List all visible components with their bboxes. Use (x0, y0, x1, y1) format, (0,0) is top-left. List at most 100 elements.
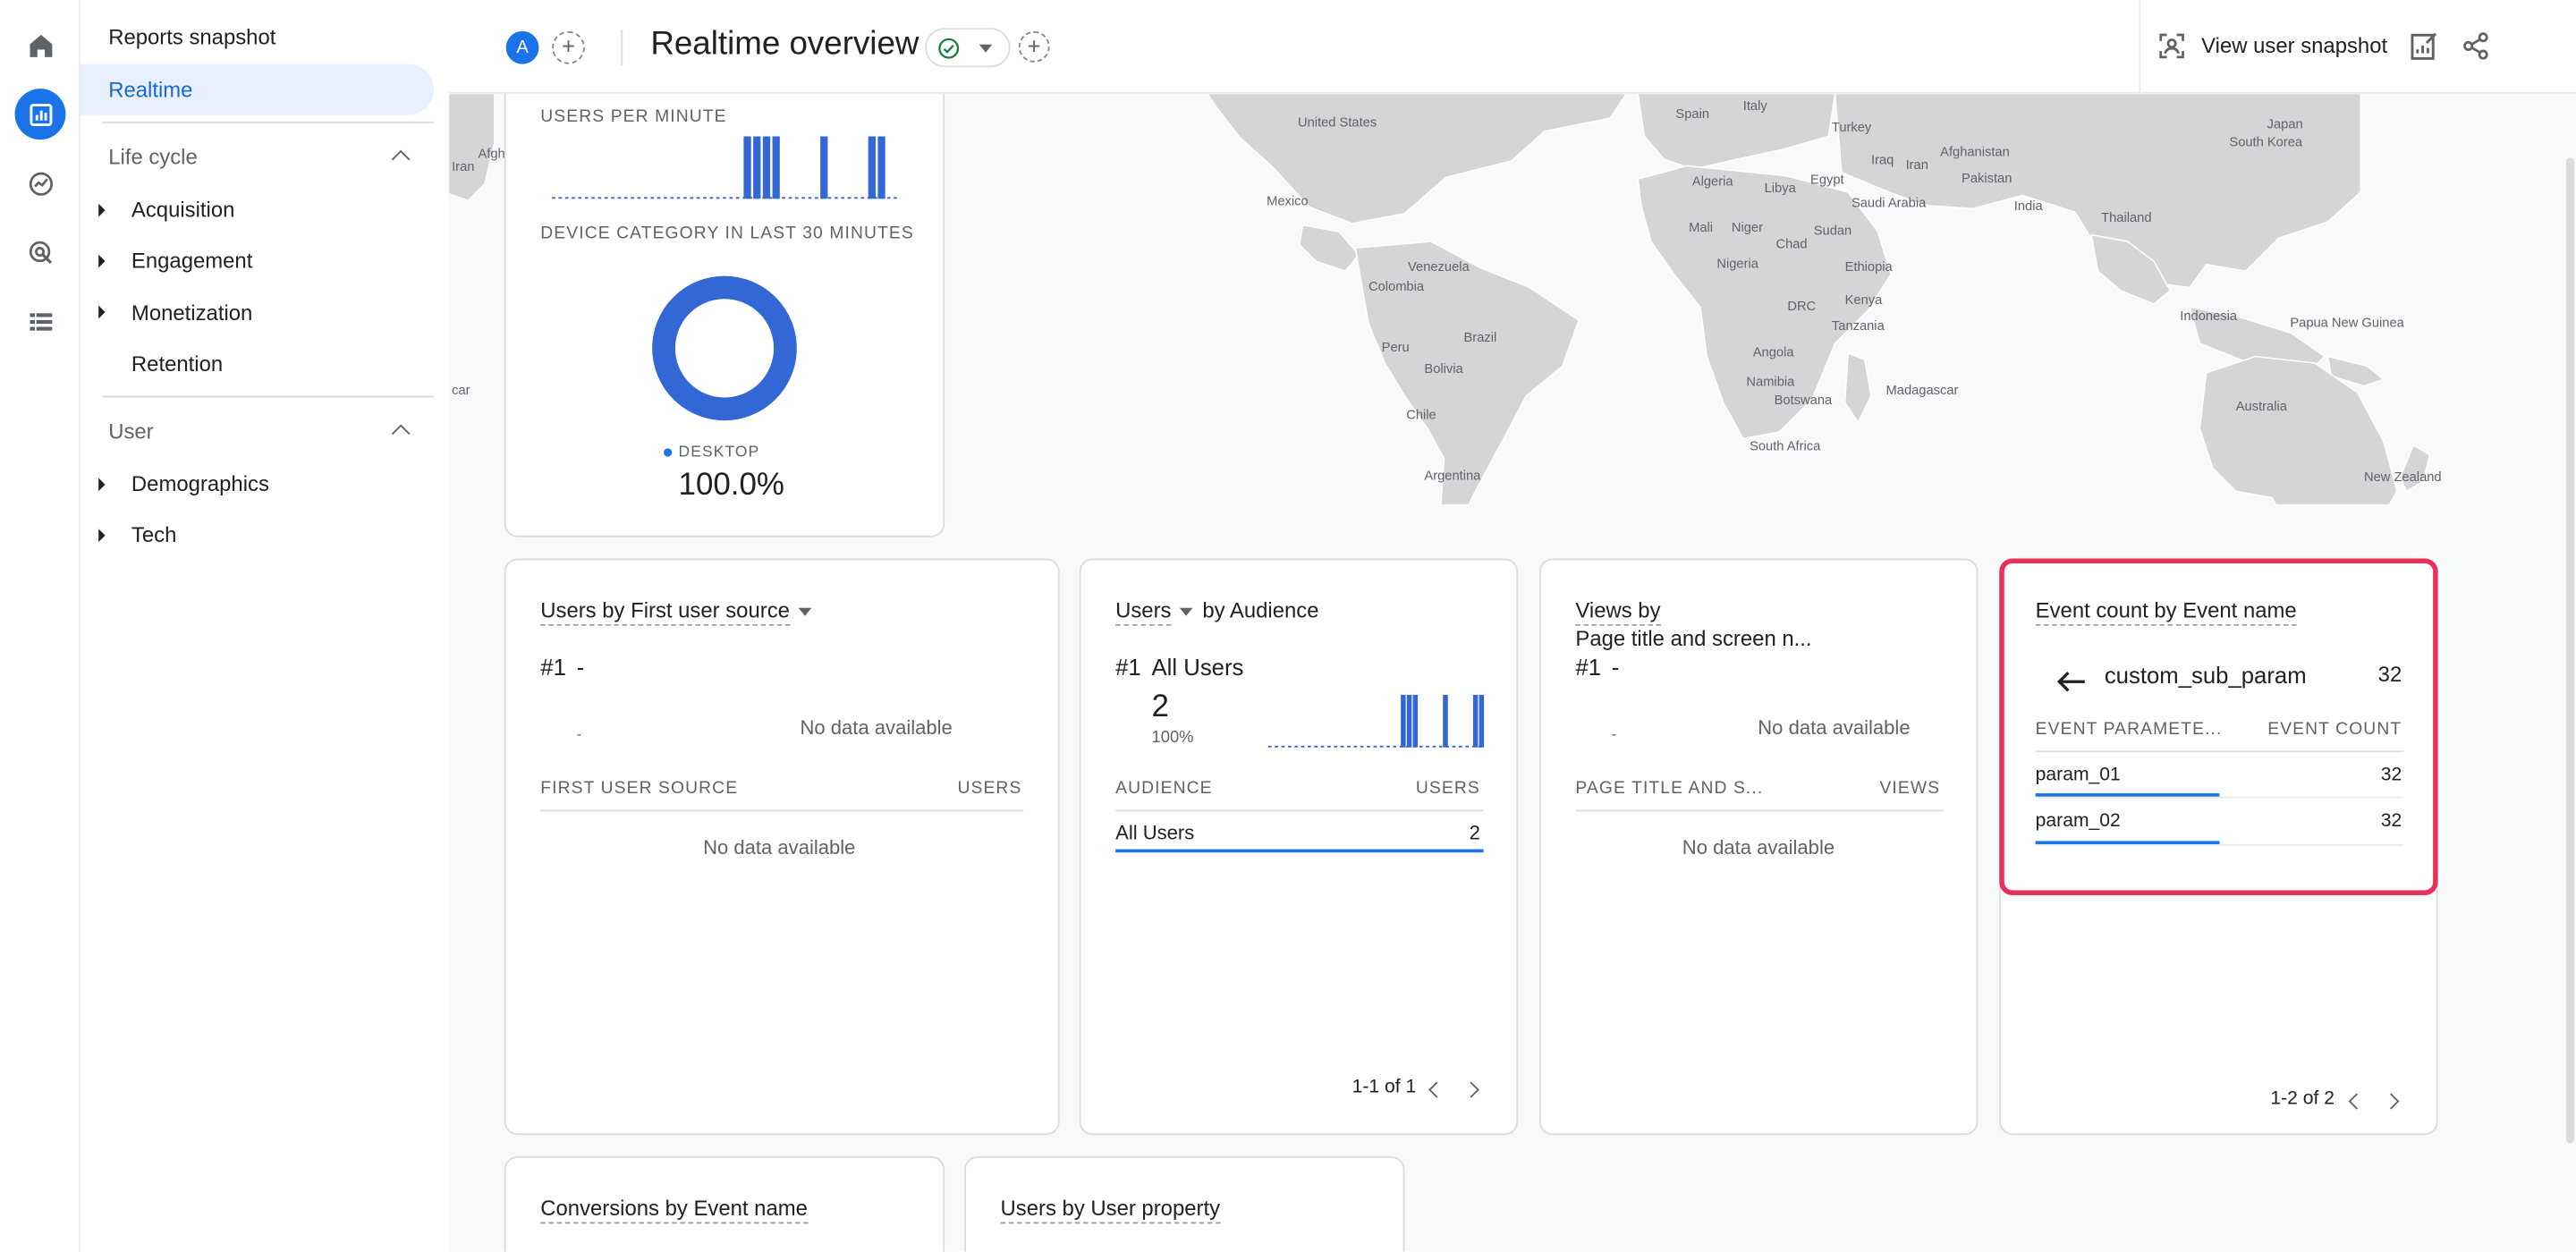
dropdown-arrow-icon[interactable] (1179, 607, 1193, 616)
map-label: Libya (1764, 181, 1796, 196)
next-page-icon[interactable] (1462, 1081, 1479, 1098)
section-user[interactable]: User (108, 419, 153, 444)
comparison-avatar[interactable]: A (505, 30, 539, 64)
status-chip[interactable] (925, 28, 1011, 68)
map-label: India (2013, 199, 2043, 214)
edit-report-icon[interactable] (2409, 31, 2440, 63)
map-label: Madagascar (1885, 382, 1959, 398)
configure-icon[interactable] (15, 296, 66, 347)
column-header: VIEWS (1879, 778, 1941, 799)
reports-icon[interactable] (14, 89, 66, 140)
card-title-line1[interactable]: Views by (1575, 597, 1661, 626)
chart-bar (1472, 694, 1479, 748)
map-label: Bolivia (1424, 361, 1463, 376)
chart-bar (1406, 694, 1412, 748)
add-card-icon[interactable]: + (1018, 30, 1050, 63)
audience-card: Users by Audience #1 All Users 2 100% AUD… (1079, 558, 1519, 1136)
page-header: A + Realtime overview + View user snapsh… (448, 0, 2576, 94)
divider (101, 395, 434, 398)
next-page-icon[interactable] (2383, 1093, 2400, 1110)
check-circle-icon (938, 38, 960, 59)
map-label: Italy (1742, 98, 1767, 114)
card-title[interactable]: Conversions by Event name (540, 1196, 808, 1224)
dropdown-arrow-icon[interactable] (798, 607, 811, 616)
card-title[interactable]: Users by User property (1000, 1196, 1221, 1224)
nav-rail (0, 0, 80, 1252)
donut-slice-desktop[interactable] (652, 275, 797, 421)
rank-label: #1 (1575, 654, 1602, 681)
add-comparison-icon[interactable]: + (552, 30, 585, 64)
column-header: FIRST USER SOURCE (540, 778, 739, 799)
chart-bar (877, 136, 886, 199)
map-label: Australia (2235, 399, 2287, 414)
divider (1115, 809, 1484, 812)
expand-arrow-icon[interactable] (98, 529, 106, 543)
pagination-text: 1-1 of 1 (1352, 1077, 1417, 1097)
view-user-snapshot-button[interactable]: View user snapshot (2201, 33, 2387, 58)
expand-arrow-icon[interactable] (98, 478, 106, 492)
expand-arrow-icon[interactable] (98, 203, 106, 217)
expand-arrow-icon[interactable] (98, 254, 106, 268)
card-title-text[interactable]: Users by First user source (540, 597, 790, 626)
chart-bar (1443, 694, 1448, 748)
card-title[interactable]: Users by First user source (540, 597, 811, 626)
prev-page-icon[interactable] (2348, 1093, 2365, 1110)
dropdown-arrow-icon (979, 44, 993, 53)
metric-selector[interactable]: Users (1115, 597, 1172, 626)
map-label: South Africa (1750, 438, 1821, 453)
chart-bar (762, 136, 771, 199)
prev-page-icon[interactable] (1428, 1081, 1445, 1098)
sidebar-item-retention[interactable]: Retention (131, 351, 223, 376)
expand-arrow-icon[interactable] (98, 305, 106, 319)
card-title-line2[interactable]: Page title and screen n... (1575, 626, 1811, 651)
explore-icon[interactable] (15, 157, 66, 208)
chevron-up-icon[interactable] (391, 149, 411, 169)
map-label: Mexico (1267, 193, 1309, 209)
map-label: Sudan (1813, 223, 1852, 239)
sidebar-item-realtime[interactable]: Realtime (80, 63, 434, 115)
rank-label: #1 (1115, 654, 1141, 681)
sidebar-item-engagement[interactable]: Engagement (131, 248, 252, 273)
highlight-box (1999, 558, 2438, 896)
map-label: Afghanistan (1940, 144, 2010, 160)
rank-value: - (1611, 654, 1620, 681)
user-snapshot-icon[interactable] (2157, 31, 2187, 61)
sidebar-item-acquisition[interactable]: Acquisition (131, 197, 234, 222)
map-label: Afgh (478, 146, 505, 161)
card-title-text[interactable]: Conversions by Event name (540, 1196, 808, 1224)
card-title[interactable]: Users by Audience (1115, 597, 1319, 626)
scrollbar[interactable] (2565, 157, 2575, 1144)
card-title-text[interactable]: Views by (1575, 597, 1661, 626)
sidebar-title[interactable]: Reports snapshot (108, 25, 275, 50)
map-label: Colombia (1368, 279, 1425, 294)
home-icon[interactable] (15, 20, 66, 71)
map-label: Angola (1752, 344, 1794, 360)
share-icon[interactable] (2461, 31, 2490, 61)
map-label: Papua New Guinea (2290, 315, 2404, 331)
map-label: Mali (1689, 220, 1714, 235)
sidebar-item-tech[interactable]: Tech (131, 522, 176, 547)
device-donut-chart (652, 275, 797, 421)
column-header: AUDIENCE (1115, 778, 1213, 799)
map-label: Iraq (1871, 152, 1894, 168)
sidebar-item-monetization[interactable]: Monetization (131, 300, 252, 326)
users-per-minute-chart (552, 136, 897, 199)
advertising-icon[interactable] (15, 226, 66, 277)
users-card: USERS PER MINUTE DEVICE CATEGORY IN LAST… (504, 49, 945, 537)
section-lifecycle[interactable]: Life cycle (108, 145, 198, 170)
first-user-source-card: Users by First user source #1 - - No dat… (504, 558, 1060, 1136)
pagination-text: 1-2 of 2 (2270, 1088, 2334, 1109)
map-label: Nigeria (1716, 256, 1758, 272)
chevron-up-icon[interactable] (391, 424, 411, 444)
device-category-label: DEVICE CATEGORY IN LAST 30 MINUTES (540, 223, 914, 243)
map-label: Argentina (1424, 468, 1481, 483)
row-name[interactable]: All Users (1115, 821, 1194, 844)
card-title-text: by Audience (1202, 597, 1319, 623)
card-title-text[interactable]: Users by User property (1000, 1196, 1221, 1224)
sidebar-item-demographics[interactable]: Demographics (131, 471, 269, 496)
conversions-card: Conversions by Event name (504, 1156, 945, 1252)
page-title: Realtime overview (650, 26, 919, 63)
no-data-text: No data available (703, 835, 856, 859)
chart-bar (772, 136, 780, 199)
divider (101, 121, 434, 123)
